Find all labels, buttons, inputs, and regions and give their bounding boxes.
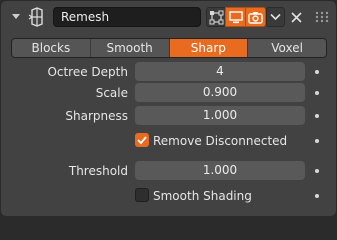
smooth-shading-row: Smooth Shading <box>1 186 336 206</box>
modifier-menu-button[interactable] <box>266 7 285 27</box>
sharpness-label: Sharpness <box>65 109 128 123</box>
octree-depth-field[interactable]: 4 <box>135 62 305 81</box>
tab-sharp[interactable]: Sharp <box>169 39 249 57</box>
modifier-header: Remesh <box>1 1 336 33</box>
chevron-down-icon <box>270 13 281 21</box>
modifier-name-field[interactable]: Remesh <box>53 7 201 27</box>
remesh-modifier-panel: Remesh Blocks Smooth Sharp Voxel Octree … <box>0 0 337 217</box>
show-in-render-toggle[interactable] <box>245 7 266 27</box>
scale-label: Scale <box>95 86 128 100</box>
threshold-field[interactable]: 1.000 <box>135 161 305 180</box>
edit-mode-icon <box>209 10 224 24</box>
close-icon <box>290 11 302 23</box>
remove-disconnected-checkbox[interactable] <box>135 133 149 147</box>
smooth-shading-checkbox[interactable] <box>135 188 149 202</box>
threshold-row: Threshold 1.000 <box>1 161 336 181</box>
scale-field[interactable]: 0.900 <box>135 83 305 102</box>
tab-blocks[interactable]: Blocks <box>12 39 91 57</box>
remesh-mode-tabs: Blocks Smooth Sharp Voxel <box>11 38 327 58</box>
keyframe-dot-icon[interactable] <box>315 169 319 173</box>
sharpness-row: Sharpness 1.000 <box>1 106 336 126</box>
chevron-down-icon[interactable] <box>11 11 21 21</box>
tab-voxel[interactable]: Voxel <box>248 39 326 57</box>
edit-mode-button[interactable] <box>206 7 227 27</box>
threshold-label: Threshold <box>68 164 128 178</box>
remove-disconnected-label[interactable]: Remove Disconnected <box>153 131 287 151</box>
keyframe-dot-icon[interactable] <box>315 70 319 74</box>
monitor-icon <box>228 10 243 23</box>
octree-depth-row: Octree Depth 4 <box>1 62 336 82</box>
keyframe-dot-icon[interactable] <box>315 91 319 95</box>
octree-depth-label: Octree Depth <box>47 65 128 79</box>
keyframe-dot-icon[interactable] <box>315 139 319 143</box>
show-in-viewport-toggle[interactable] <box>225 7 246 27</box>
scale-row: Scale 0.900 <box>1 83 336 103</box>
checkmark-icon <box>137 136 147 145</box>
drag-grip-icon[interactable] <box>315 11 329 23</box>
sharpness-field[interactable]: 1.000 <box>135 106 305 125</box>
keyframe-dot-icon[interactable] <box>315 194 319 198</box>
remove-disconnected-row: Remove Disconnected <box>1 131 336 151</box>
keyframe-dot-icon[interactable] <box>315 114 319 118</box>
smooth-shading-label[interactable]: Smooth Shading <box>153 186 252 206</box>
remove-modifier-button[interactable] <box>288 7 304 27</box>
camera-icon <box>248 11 263 24</box>
remesh-modifier-icon <box>28 7 43 27</box>
tab-smooth[interactable]: Smooth <box>90 39 170 57</box>
